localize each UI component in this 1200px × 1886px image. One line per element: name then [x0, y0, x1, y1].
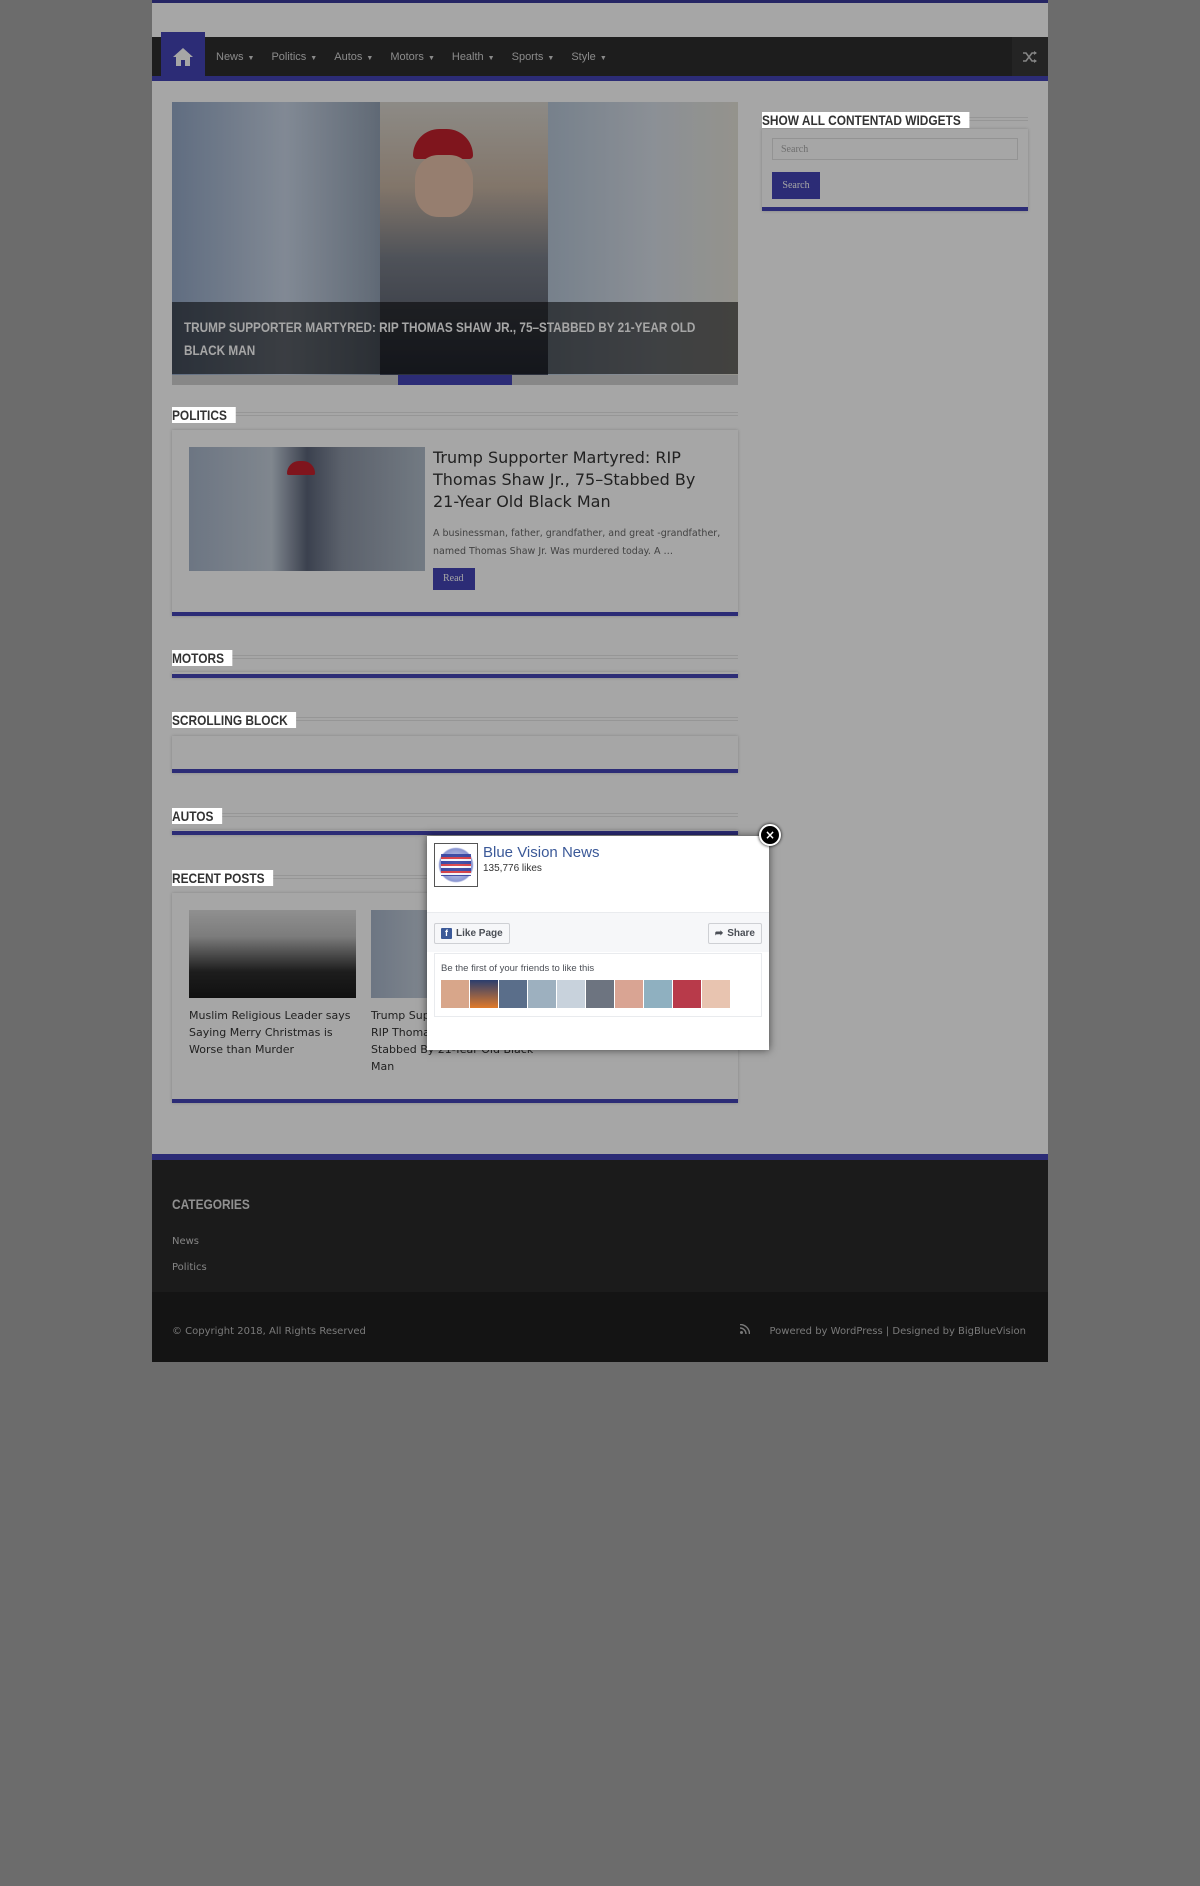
like-page-button[interactable]: f Like Page — [434, 923, 510, 944]
share-button[interactable]: ➦ Share — [707, 923, 762, 944]
avatar[interactable] — [702, 980, 730, 1008]
fb-friends-box: Be the first of your friends to like thi… — [434, 953, 762, 1017]
fb-friend-avatars — [441, 980, 731, 1008]
page-logo-graphic — [441, 854, 471, 876]
section-title-text: Motors — [172, 650, 233, 666]
section-title-text: Autos — [172, 808, 222, 824]
share-label: Share — [727, 928, 755, 939]
page-logo[interactable] — [434, 843, 478, 887]
avatar[interactable] — [644, 980, 672, 1008]
fb-action-bar: f Like Page ➦ Share — [427, 912, 769, 952]
fb-likes-count: 135,776 likes — [483, 863, 542, 874]
avatar[interactable] — [441, 980, 469, 1008]
avatar[interactable] — [499, 980, 527, 1008]
section-title-text: Politics — [172, 407, 236, 423]
avatar[interactable] — [528, 980, 556, 1008]
avatar[interactable] — [673, 980, 701, 1008]
fb-page-name[interactable]: Blue Vision News — [483, 844, 599, 861]
section-title-text: Scrolling Block — [172, 712, 297, 728]
share-icon: ➦ — [714, 928, 724, 939]
avatar[interactable] — [615, 980, 643, 1008]
like-page-label: Like Page — [456, 928, 503, 939]
avatar[interactable] — [470, 980, 498, 1008]
avatar[interactable] — [586, 980, 614, 1008]
facebook-like-popup: Blue Vision News 135,776 likes f Like Pag… — [427, 836, 769, 1050]
avatar[interactable] — [557, 980, 585, 1008]
section-title-text: Recent Posts — [172, 870, 274, 886]
sidebar-title-text: Show All Contentad Widgets — [762, 112, 970, 128]
facebook-icon: f — [441, 928, 452, 939]
close-icon[interactable]: × — [759, 824, 781, 846]
fb-friends-text: Be the first of your friends to like thi… — [441, 963, 595, 974]
